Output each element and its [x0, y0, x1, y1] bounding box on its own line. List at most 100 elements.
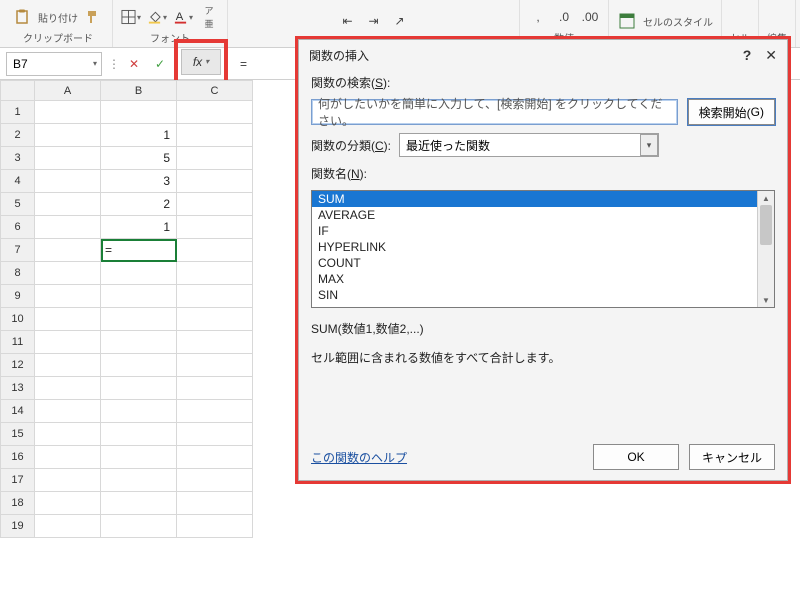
- row-header[interactable]: 9: [1, 285, 35, 308]
- cell-style-label[interactable]: セルのスタイル: [643, 14, 713, 29]
- cancel-formula-button[interactable]: ✕: [122, 52, 146, 76]
- decrease-indent-icon[interactable]: ⇤: [338, 11, 358, 31]
- table-format-icon[interactable]: [617, 11, 637, 31]
- cell[interactable]: [177, 354, 253, 377]
- cell[interactable]: [101, 354, 177, 377]
- cell[interactable]: 5: [101, 147, 177, 170]
- cell[interactable]: [177, 469, 253, 492]
- column-header-B[interactable]: B: [101, 81, 177, 101]
- cell[interactable]: [35, 354, 101, 377]
- cell[interactable]: [35, 193, 101, 216]
- format-painter-icon[interactable]: [84, 7, 104, 27]
- dialog-close-button[interactable]: ✕: [765, 47, 777, 64]
- cell[interactable]: [177, 147, 253, 170]
- row-header[interactable]: 19: [1, 515, 35, 538]
- paste-icon[interactable]: [12, 7, 32, 27]
- cell[interactable]: [177, 423, 253, 446]
- insert-function-button[interactable]: fx▾: [181, 49, 221, 75]
- cell[interactable]: [177, 170, 253, 193]
- cell[interactable]: [35, 239, 101, 262]
- function-list-item[interactable]: AVERAGE: [312, 207, 774, 223]
- function-list-item[interactable]: COUNT: [312, 255, 774, 271]
- function-list-item[interactable]: MAX: [312, 271, 774, 287]
- orientation-icon[interactable]: ↗: [390, 11, 410, 31]
- cell[interactable]: [177, 193, 253, 216]
- category-select[interactable]: 最近使った関数 ▾: [399, 133, 659, 157]
- name-box[interactable]: B7 ▾: [6, 52, 102, 76]
- row-header[interactable]: 4: [1, 170, 35, 193]
- cell[interactable]: [35, 147, 101, 170]
- cell[interactable]: [35, 331, 101, 354]
- cell[interactable]: [35, 285, 101, 308]
- cell[interactable]: [177, 216, 253, 239]
- chevron-down-icon[interactable]: ▾: [93, 59, 97, 68]
- cell[interactable]: [35, 101, 101, 124]
- cell[interactable]: [177, 492, 253, 515]
- row-header[interactable]: 12: [1, 354, 35, 377]
- listbox-scrollbar[interactable]: ▲ ▼: [757, 191, 774, 307]
- scroll-down-arrow-icon[interactable]: ▼: [758, 293, 774, 307]
- increase-indent-icon[interactable]: ⇥: [364, 11, 384, 31]
- cell[interactable]: [177, 262, 253, 285]
- cell[interactable]: 2: [101, 193, 177, 216]
- cell[interactable]: [35, 515, 101, 538]
- fill-color-icon[interactable]: ▾: [147, 7, 167, 27]
- cell[interactable]: [101, 331, 177, 354]
- cell[interactable]: [101, 515, 177, 538]
- scroll-up-arrow-icon[interactable]: ▲: [758, 191, 774, 205]
- cell[interactable]: [177, 101, 253, 124]
- row-header[interactable]: 18: [1, 492, 35, 515]
- cell[interactable]: [101, 446, 177, 469]
- cell[interactable]: [35, 170, 101, 193]
- cell[interactable]: [101, 308, 177, 331]
- cell[interactable]: [35, 469, 101, 492]
- cell[interactable]: [35, 308, 101, 331]
- row-header[interactable]: 14: [1, 400, 35, 423]
- function-listbox[interactable]: SUMAVERAGEIFHYPERLINKCOUNTMAXSIN ▲ ▼: [311, 190, 775, 308]
- cell[interactable]: [177, 400, 253, 423]
- select-all-corner[interactable]: [1, 81, 35, 101]
- function-list-item[interactable]: IF: [312, 223, 774, 239]
- cell[interactable]: [35, 492, 101, 515]
- cell[interactable]: [101, 262, 177, 285]
- cell[interactable]: [101, 377, 177, 400]
- function-list-item[interactable]: SIN: [312, 287, 774, 303]
- cell[interactable]: [101, 285, 177, 308]
- cell[interactable]: [177, 331, 253, 354]
- comma-style-icon[interactable]: ,: [528, 7, 548, 27]
- row-header[interactable]: 13: [1, 377, 35, 400]
- cell[interactable]: [35, 400, 101, 423]
- row-header[interactable]: 2: [1, 124, 35, 147]
- row-header[interactable]: 15: [1, 423, 35, 446]
- cell[interactable]: [177, 377, 253, 400]
- row-header[interactable]: 1: [1, 101, 35, 124]
- row-header[interactable]: 16: [1, 446, 35, 469]
- cell[interactable]: 1: [101, 216, 177, 239]
- column-header-C[interactable]: C: [177, 81, 253, 101]
- cell[interactable]: [35, 262, 101, 285]
- decrease-decimal-icon[interactable]: .00: [580, 7, 600, 27]
- function-help-link[interactable]: この関数のヘルプ: [311, 449, 407, 466]
- phonetic-icon[interactable]: ア亜: [199, 7, 219, 27]
- cell[interactable]: [101, 469, 177, 492]
- cell[interactable]: [101, 423, 177, 446]
- increase-decimal-icon[interactable]: .0: [554, 7, 574, 27]
- search-start-button[interactable]: 検索開始(G): [688, 99, 775, 125]
- row-header[interactable]: 7: [1, 239, 35, 262]
- cell[interactable]: [35, 216, 101, 239]
- row-header[interactable]: 8: [1, 262, 35, 285]
- cell[interactable]: [101, 492, 177, 515]
- font-color-icon[interactable]: A▾: [173, 7, 193, 27]
- row-header[interactable]: 11: [1, 331, 35, 354]
- confirm-formula-button[interactable]: ✓: [148, 52, 172, 76]
- scrollbar-thumb[interactable]: [760, 205, 772, 245]
- cell[interactable]: [35, 377, 101, 400]
- cell[interactable]: [101, 400, 177, 423]
- cell[interactable]: [101, 101, 177, 124]
- row-header[interactable]: 6: [1, 216, 35, 239]
- borders-icon[interactable]: ▾: [121, 7, 141, 27]
- cell[interactable]: =: [101, 239, 177, 262]
- cell[interactable]: 3: [101, 170, 177, 193]
- row-header[interactable]: 17: [1, 469, 35, 492]
- dialog-titlebar[interactable]: 関数の挿入 ? ✕: [299, 40, 787, 70]
